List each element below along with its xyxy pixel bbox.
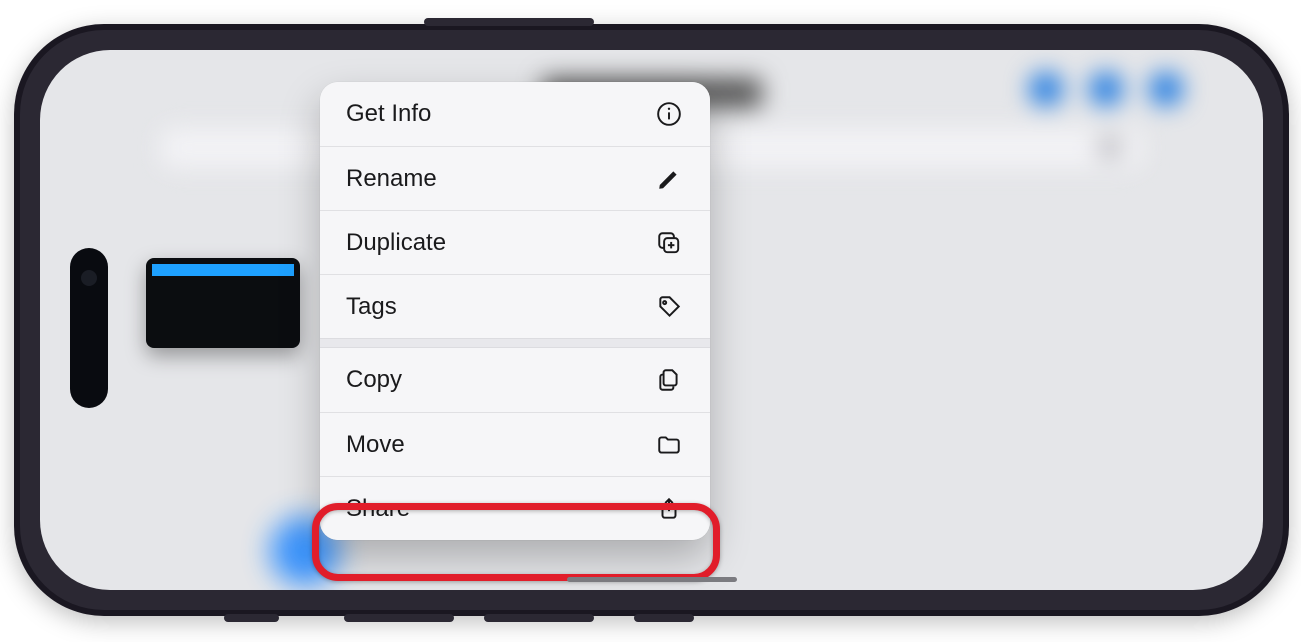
menu-item-label: Rename [346, 165, 437, 193]
menu-item-label: Duplicate [346, 229, 446, 257]
menu-item-label: Move [346, 431, 405, 459]
home-indicator[interactable] [567, 577, 737, 582]
volume-down-hw [484, 614, 594, 622]
pencil-icon [654, 164, 684, 194]
menu-item-share[interactable]: Share [320, 476, 710, 540]
menu-item-label: Get Info [346, 100, 431, 128]
menu-item-tags[interactable]: Tags [320, 274, 710, 338]
side-hw [634, 614, 694, 622]
share-icon [654, 494, 684, 524]
tag-icon [654, 292, 684, 322]
screen: Get Info Rename [40, 50, 1263, 590]
front-camera [81, 270, 97, 286]
volume-up-hw [344, 614, 454, 622]
menu-item-label: Share [346, 495, 410, 523]
mute-switch-hw [224, 614, 279, 622]
menu-item-label: Copy [346, 366, 402, 394]
menu-item-get-info[interactable]: Get Info [320, 82, 710, 146]
selected-file-thumbnail[interactable] [146, 258, 300, 348]
bg-search-clear [1097, 134, 1123, 160]
iphone-frame: Get Info Rename [14, 24, 1289, 616]
power-button-hw [424, 18, 594, 26]
dynamic-island [70, 248, 108, 408]
menu-item-rename[interactable]: Rename [320, 146, 710, 210]
menu-item-move[interactable]: Move [320, 412, 710, 476]
menu-item-copy[interactable]: Copy [320, 348, 710, 412]
iphone-bezel: Get Info Rename [20, 30, 1283, 610]
doc-on-doc-icon [654, 365, 684, 395]
folder-icon [654, 430, 684, 460]
context-menu: Get Info Rename [320, 82, 710, 540]
menu-item-label: Tags [346, 293, 397, 321]
bg-navbar-buttons [1029, 72, 1183, 106]
menu-separator [320, 338, 710, 348]
thumbnail-timeline [152, 264, 294, 276]
plus-on-square-icon [654, 228, 684, 258]
menu-item-duplicate[interactable]: Duplicate [320, 210, 710, 274]
info-icon [654, 99, 684, 129]
